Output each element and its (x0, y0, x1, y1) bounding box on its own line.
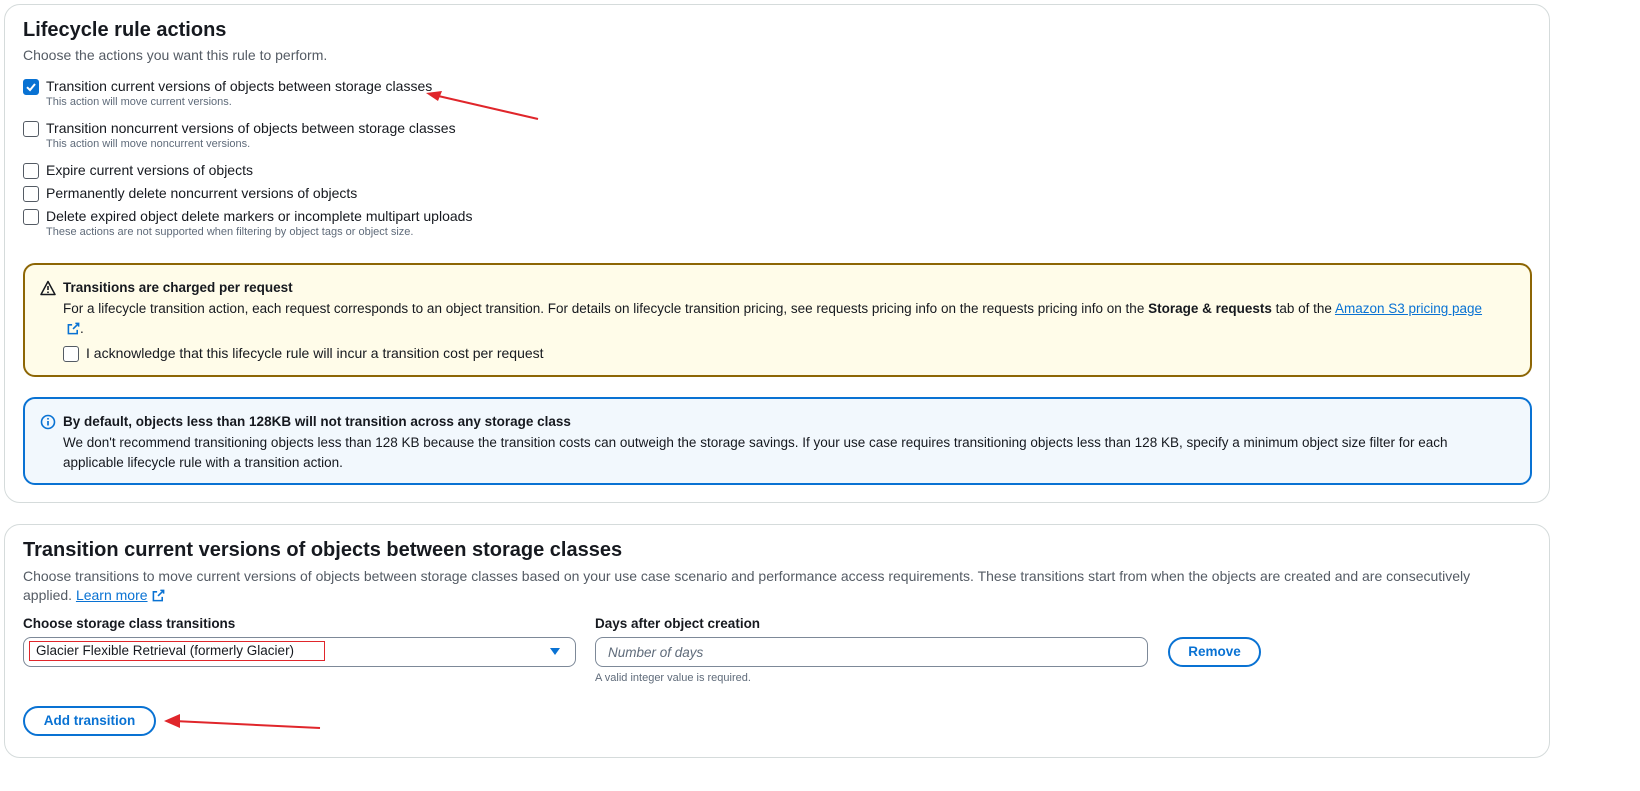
learn-more-link[interactable]: Learn more (76, 587, 165, 603)
description-text: Choose transitions to move current versi… (23, 568, 1471, 603)
warning-text-2: tab of the (1271, 301, 1335, 316)
warning-triangle-icon (40, 280, 56, 296)
checkbox[interactable] (23, 186, 39, 202)
acknowledge-checkbox[interactable] (63, 346, 79, 362)
warning-text: For a lifecycle transition action, each … (63, 301, 1149, 316)
external-link-icon (152, 589, 164, 602)
panel-title: Lifecycle rule actions (23, 19, 227, 41)
option-label: Transition current versions of objects b… (46, 78, 433, 94)
info-circle-icon (40, 414, 56, 430)
annotation-arrow-icon (426, 91, 539, 120)
option-label: Delete expired object delete markers or … (46, 208, 473, 224)
add-transition-button[interactable]: Add transition (23, 706, 156, 736)
remove-button[interactable]: Remove (1168, 637, 1261, 667)
info-alert: By default, objects less than 128KB will… (23, 397, 1532, 485)
storage-class-select[interactable]: Glacier Flexible Retrieval (formerly Gla… (23, 637, 576, 667)
days-hint: A valid integer value is required. (595, 672, 751, 684)
annotation-arrow-icon (164, 714, 321, 729)
option-hint: This action will move current versions. (46, 96, 232, 108)
option-label: Permanently delete noncurrent versions o… (46, 185, 358, 201)
lifecycle-actions-panel: Lifecycle rule actions Choose the action… (4, 4, 1550, 503)
option-hint: These actions are not supported when fil… (46, 226, 414, 238)
learn-more-label: Learn more (75, 587, 148, 603)
panel-title: Transition current versions of objects b… (23, 539, 623, 561)
pricing-link-label: Amazon S3 pricing page (1334, 301, 1483, 316)
acknowledge-label: I acknowledge that this lifecycle rule w… (86, 345, 544, 361)
warning-body: For a lifecycle transition action, each … (63, 299, 1483, 338)
days-input[interactable] (595, 637, 1148, 667)
warning-alert: Transitions are charged per request For … (23, 263, 1532, 377)
panel-description: Choose the actions you want this rule to… (23, 47, 328, 63)
option-label: Transition noncurrent versions of object… (46, 120, 456, 136)
warning-title: Transitions are charged per request (63, 280, 293, 295)
storage-class-value: Glacier Flexible Retrieval (formerly Gla… (29, 641, 325, 661)
check-icon (26, 83, 36, 92)
external-link-icon (67, 322, 80, 334)
warning-emphasis: Storage & requests (1148, 301, 1272, 316)
info-title: By default, objects less than 128KB will… (63, 414, 571, 429)
info-body: We don't recommend transitioning objects… (63, 435, 1448, 470)
option-hint: This action will move noncurrent version… (46, 138, 251, 150)
option-label: Expire current versions of objects (46, 162, 253, 178)
warning-suffix: . (80, 320, 84, 336)
checkbox[interactable] (23, 163, 39, 179)
storage-class-label: Choose storage class transitions (23, 616, 236, 631)
days-label: Days after object creation (595, 616, 761, 631)
caret-down-icon (550, 648, 560, 655)
checkbox[interactable] (23, 121, 39, 137)
checkbox[interactable] (23, 209, 39, 225)
panel-description: Choose transitions to move current versi… (23, 567, 1518, 605)
checkbox[interactable] (23, 79, 39, 95)
